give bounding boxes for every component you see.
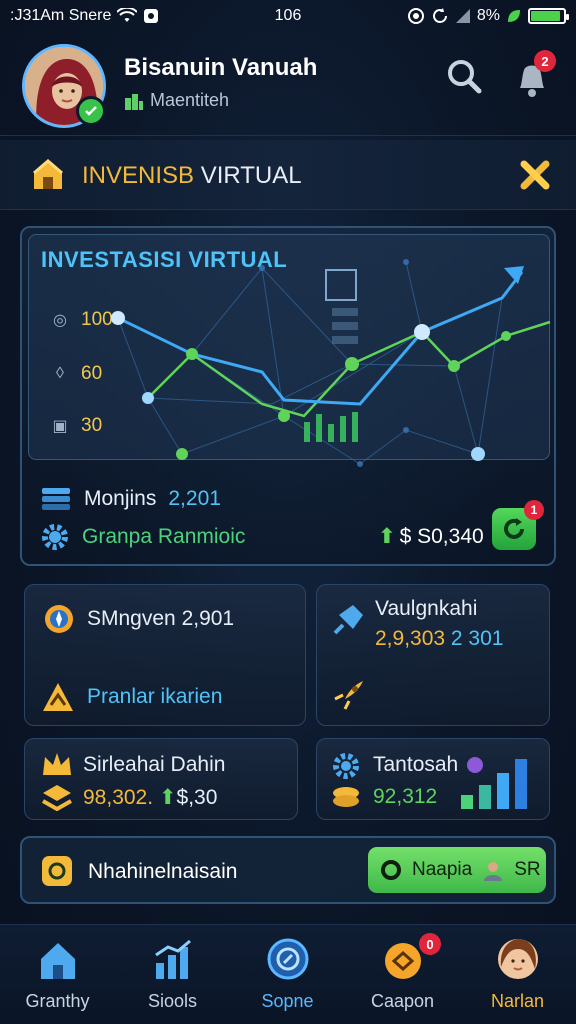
info-dot-icon (467, 757, 483, 773)
promo-banner[interactable]: Nhahinelnaisain Naapia SR (20, 836, 556, 904)
nav-label: Granthy (25, 991, 90, 1011)
tile-sirleahai-value-b: $,30 (176, 786, 218, 809)
nav-item-narlan[interactable]: Narlan (460, 925, 575, 1024)
settings-cog-icon (333, 753, 359, 779)
status-bar: :J31Am Snere 106 8% (0, 0, 576, 32)
globe-icon (267, 938, 309, 980)
coin-stack-icon (333, 787, 359, 807)
profile-header: Bisanuin Vanuah Maentiteh 2 (0, 36, 576, 136)
tile-smngven-label: SMngven (87, 607, 176, 630)
banner-button-suffix: SR (514, 859, 541, 880)
tools-icon[interactable] (518, 158, 552, 192)
tile-pranlar-label: Pranlar ikarien (87, 685, 223, 708)
rocket-icon (334, 681, 363, 710)
network-chart (111, 259, 551, 467)
triangle-warning-icon (43, 683, 73, 711)
tile-sirleahai-value-a: 98,302. (83, 786, 154, 809)
coupon-icon (385, 943, 421, 979)
stack-icon (42, 488, 70, 510)
crown-icon (43, 753, 71, 775)
investment-card: INVESTASISI VIRTUAL ◎ 100 ◊ 60 ▣ 30 Monj… (20, 226, 556, 566)
plug-icon (333, 605, 363, 635)
action-badge: 1 (524, 500, 544, 520)
info-row: Monjins 2,201 (40, 486, 221, 512)
info-value: 2,201 (168, 487, 221, 510)
sub-label: Granpa Ranmioic (82, 525, 246, 548)
tile-sirleahai-arrow-icon: ⬆ (158, 786, 177, 809)
notification-button[interactable]: 2 (512, 50, 556, 100)
tile-smngven-text: SMngven 2,901 (87, 607, 234, 631)
target-icon (381, 860, 401, 880)
section-title-highlight: INVENISB (82, 162, 195, 189)
banner-text: Nhahinelnaisain (88, 860, 238, 883)
refresh-action-button[interactable]: 1 (492, 500, 544, 550)
tile-sirleahai-values: 98,302. ⬆$,30 (83, 785, 217, 810)
battery-icon (528, 8, 569, 24)
wifi-icon (117, 8, 138, 22)
notification-count-badge: 2 (534, 50, 556, 72)
tile-smngven-value: 2,901 (181, 607, 235, 630)
up-arrow-icon: ⬆ (378, 525, 396, 548)
status-left-text: :J31Am Snere (10, 7, 112, 24)
nav-item-siools[interactable]: Siools (115, 925, 230, 1024)
amount-value: $ S0,340 (399, 524, 484, 548)
tile-tantosah-title: Tantosah (373, 753, 459, 776)
amount-display: ⬆ $ S0,340 (378, 524, 484, 549)
gear-icon (42, 524, 68, 550)
gear-compass-icon (45, 605, 73, 633)
bottom-navigation: Granthy Siools Sopne 0 Caapon Narlan (0, 924, 576, 1024)
signal-icon (455, 9, 470, 23)
buildings-icon (125, 93, 143, 110)
battery-percent: 8% (476, 7, 500, 24)
mini-avatar-icon (484, 862, 503, 881)
section-title-rest: VIRTUAL (194, 162, 302, 189)
app-notification-icon (144, 9, 159, 23)
user-name: Bisanuin Vanuah (124, 54, 318, 81)
user-subtitle-row: Maentiteh (124, 90, 229, 111)
verified-badge-icon (76, 96, 106, 126)
tile-tantosah[interactable]: Tantosah 92,312 (316, 738, 550, 820)
nav-label: Caapon (370, 991, 435, 1011)
status-left: :J31Am Snere (10, 7, 159, 25)
nav-label: Siools (147, 991, 198, 1011)
sync-icon (432, 8, 447, 23)
chat-bubble-icon (42, 856, 72, 886)
tile-sirleahai[interactable]: Sirleahai Dahin 98,302. ⬆$,30 (24, 738, 298, 820)
nav-label: Narlan (490, 991, 545, 1011)
house-icon (41, 943, 75, 979)
user-subtitle: Maentiteh (150, 90, 230, 110)
tile-vaulgnkahi-title: Vaulgnkahi (375, 597, 478, 620)
search-icon (448, 60, 482, 94)
tile-sirleahai-title: Sirleahai Dahin (83, 753, 226, 776)
nav-badge: 0 (419, 933, 441, 955)
leaf-icon (508, 10, 520, 22)
info-label: Monjins (84, 487, 157, 510)
banner-action-button[interactable]: Naapia SR (368, 847, 546, 893)
chart-icon (155, 939, 191, 979)
tile-smngven[interactable]: SMngven 2,901 Pranlar ikarien (24, 584, 306, 726)
tile-vaulgnkahi[interactable]: Vaulgnkahi 2,9,303 2 301 (316, 584, 550, 726)
banner-button-label: Naapia (412, 859, 473, 880)
status-right: 8% (407, 7, 569, 25)
profile-avatar-icon (498, 939, 538, 979)
battery-fill (531, 11, 560, 21)
nav-item-caapon[interactable]: 0 Caapon (345, 925, 460, 1024)
tile-tantosah-value: 92,312 (373, 785, 438, 808)
sub-row: Granpa Ranmioic (40, 522, 245, 552)
tile-vaulgnkahi-value-a: 2,9,303 (375, 627, 446, 650)
refresh-icon (504, 518, 524, 539)
section-header: INVENISB VIRTUAL (0, 140, 576, 210)
nav-label: Sopne (261, 991, 314, 1011)
nav-item-sopne[interactable]: Sopne (230, 925, 345, 1024)
record-icon (407, 8, 424, 24)
nav-item-granthy[interactable]: Granthy (0, 925, 115, 1024)
section-title: INVENISB VIRTUAL (82, 162, 302, 190)
chevron-stack-icon (42, 785, 72, 811)
home-icon (33, 159, 63, 189)
search-button[interactable] (444, 56, 484, 96)
tile-vaulgnkahi-values: 2,9,303 2 301 (375, 627, 503, 651)
series-line-blue (117, 271, 524, 406)
tile-vaulgnkahi-value-b: 2 301 (450, 627, 504, 650)
